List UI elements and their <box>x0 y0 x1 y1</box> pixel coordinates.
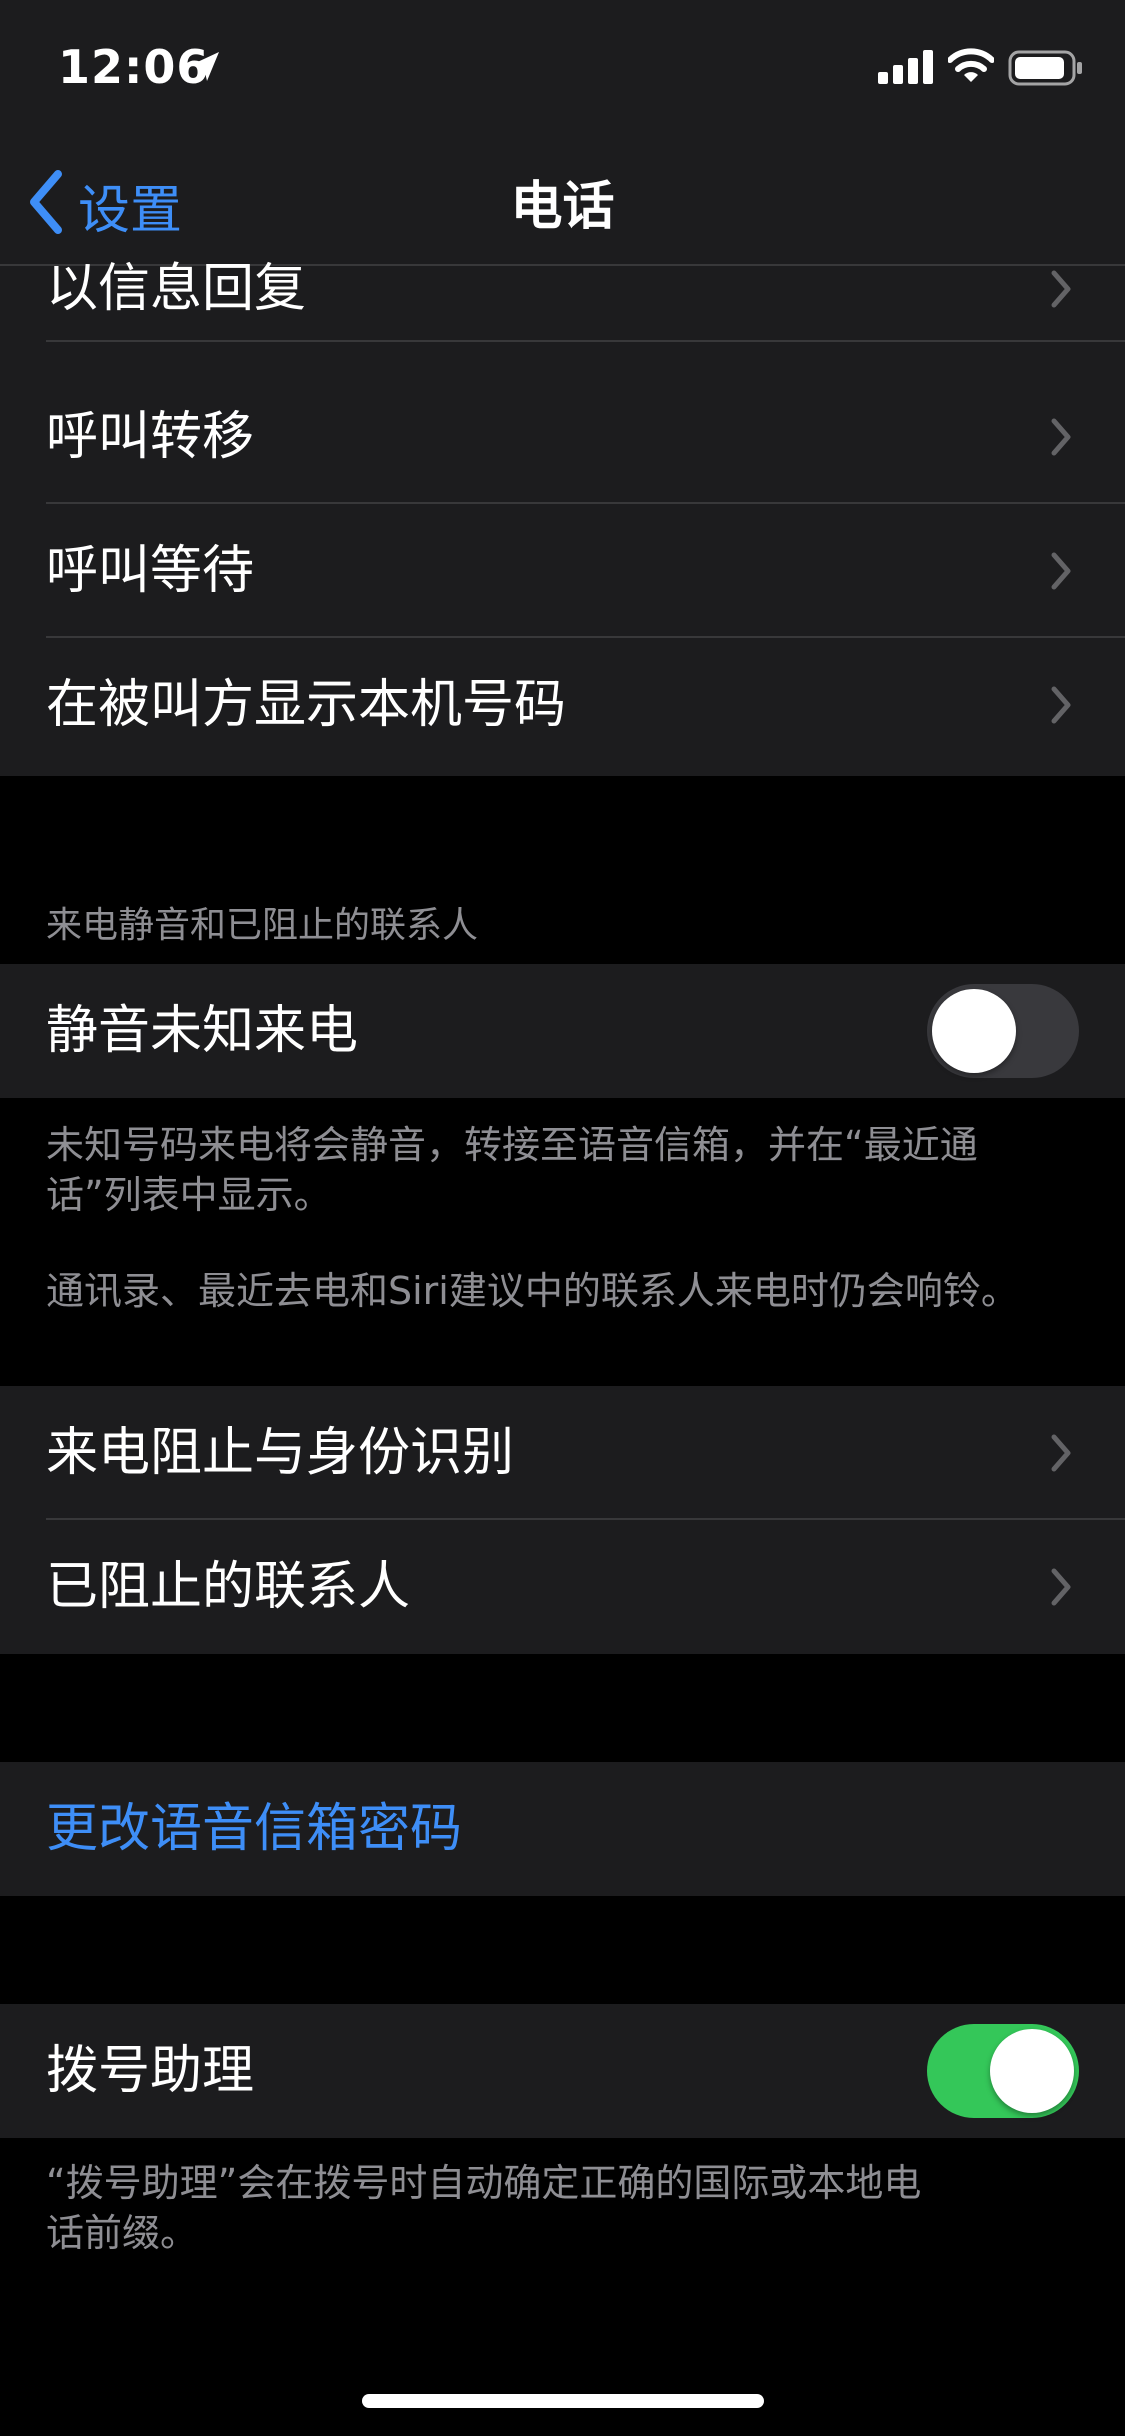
silence-footer-note: 未知号码来电将会静音，转接至语音信箱，并在“最近通话”列表中显示。 <box>46 1123 978 1217</box>
page-title: 电话 <box>510 177 615 237</box>
row-dial-assist: 拨号助理 <box>0 2004 1125 2138</box>
chevron-right-icon <box>1051 686 1071 724</box>
wifi-icon <box>948 48 994 82</box>
status-time: 12:06 <box>58 40 210 94</box>
dial-assist-toggle[interactable] <box>927 2024 1079 2118</box>
row-label: 静音未知来电 <box>46 1001 359 1061</box>
row-label: 在被叫方显示本机号码 <box>46 675 567 735</box>
chevron-right-icon <box>1051 1434 1071 1472</box>
status-bar: 12:06 <box>0 0 1125 140</box>
chevron-right-icon <box>1051 270 1071 308</box>
blocking-group: 来电阻止与身份识别 已阻止的联系人 <box>0 1386 1125 1654</box>
home-indicator[interactable] <box>362 2394 764 2408</box>
row-call-waiting[interactable]: 呼叫等待 <box>0 504 1125 638</box>
row-label: 呼叫等待 <box>46 541 255 601</box>
row-silence-unknown-callers: 静音未知来电 <box>0 964 1125 1098</box>
row-label: 来电阻止与身份识别 <box>46 1423 515 1483</box>
row-label: 已阻止的联系人 <box>46 1557 411 1617</box>
dial-assist-footer-note: “拨号助理”会在拨号时自动确定正确的国际或本地电话前缀。 <box>46 2161 922 2255</box>
change-voicemail-password-button[interactable]: 更改语音信箱密码 <box>0 1762 1125 1896</box>
row-label: 以信息回复 <box>46 259 307 319</box>
call-options-group: 以信息回复 呼叫转移 呼叫等待 在被叫方显示本机号码 <box>0 259 1125 776</box>
chevron-right-icon <box>1051 1568 1071 1606</box>
chevron-right-icon <box>1051 418 1071 456</box>
row-call-forwarding[interactable]: 呼叫转移 <box>0 370 1125 504</box>
row-label: 呼叫转移 <box>46 407 255 467</box>
battery-icon <box>1008 50 1082 86</box>
toggle-knob <box>932 989 1016 1073</box>
silence-group: 静音未知来电 <box>0 964 1125 1098</box>
dial-assist-group: 拨号助理 <box>0 2004 1125 2138</box>
row-reply-with-message[interactable]: 以信息回复 <box>0 236 1125 342</box>
row-label: 拨号助理 <box>46 2041 255 2101</box>
silence-footer-note-2: 通讯录、最近去电和Siri建议中的联系人来电时仍会响铃。 <box>46 1269 1019 1313</box>
voicemail-group: 更改语音信箱密码 <box>0 1762 1125 1896</box>
row-blocked-contacts[interactable]: 已阻止的联系人 <box>0 1520 1125 1654</box>
row-label: 更改语音信箱密码 <box>46 1799 463 1859</box>
section-header-silence: 来电静音和已阻止的联系人 <box>46 905 479 946</box>
chevron-right-icon <box>1051 552 1071 590</box>
row-call-blocking-identification[interactable]: 来电阻止与身份识别 <box>0 1386 1125 1520</box>
location-arrow-icon <box>191 52 219 81</box>
separator <box>46 340 1125 342</box>
silence-unknown-callers-toggle[interactable] <box>927 984 1079 1078</box>
toggle-knob <box>990 2029 1074 2113</box>
cellular-signal-icon <box>878 50 933 84</box>
row-show-caller-id[interactable]: 在被叫方显示本机号码 <box>0 638 1125 772</box>
